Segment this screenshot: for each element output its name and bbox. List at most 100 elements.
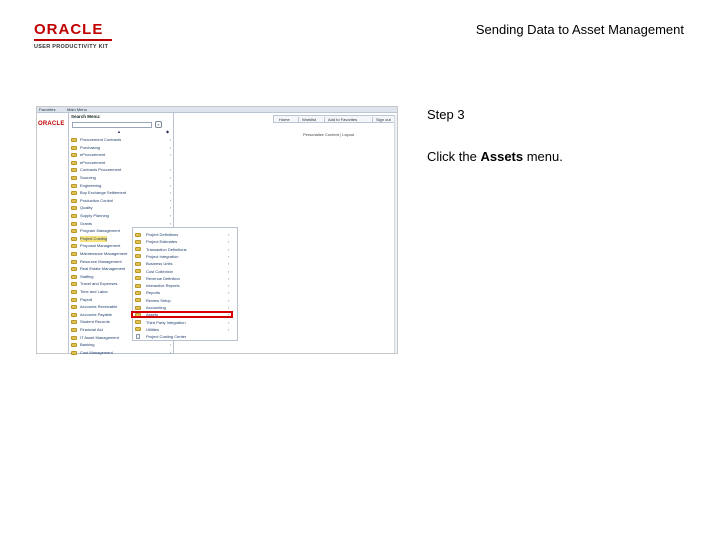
scroll-up-icon[interactable]: ▲ (117, 129, 121, 134)
menu-item-label: Contracts Procurement (80, 167, 122, 173)
chevron-right-icon: › (170, 152, 172, 158)
oracle-logo: ORACLE USER PRODUCTIVITY KIT (34, 22, 126, 50)
menu-item[interactable]: Grants › (71, 221, 171, 227)
folder-icon (135, 247, 141, 252)
folder-icon (135, 305, 141, 310)
submenu-item[interactable]: Project Costing Center (135, 333, 235, 341)
menu-item[interactable]: Engineering › (71, 183, 171, 189)
menu-item-label: Sourcing (80, 175, 96, 180)
menu-item-label: Cost Management (80, 349, 113, 355)
menu-item-label: eProcurement (80, 152, 106, 158)
menu-item-label: Financial Aid (80, 327, 103, 332)
folder-icon (71, 343, 77, 348)
menu-search-input[interactable] (72, 122, 152, 128)
personalize-link[interactable]: Personalize Content | Layout (303, 132, 354, 137)
chevron-right-icon: › (170, 175, 172, 180)
menu-item-label: Project Costing (80, 235, 108, 242)
menu-item-label: Travel and Expenses (80, 281, 118, 287)
instruction-prefix: Click the (427, 149, 481, 164)
menu-item[interactable]: Banking › (71, 342, 171, 348)
folder-icon (135, 232, 141, 237)
menu-item[interactable]: Sourcing › (71, 175, 171, 181)
search-menu-label: Search Menu: (71, 114, 101, 119)
menu-item[interactable]: eProcurement (71, 160, 171, 166)
menu-item-label: Maintenance Management (80, 251, 128, 256)
instruction-text: Click the Assets menu. (427, 149, 563, 164)
nav-sign-out-link[interactable]: Sign out (376, 116, 391, 123)
mini-oracle-logo: ORACLE (38, 121, 65, 127)
assets-highlight-box (131, 311, 233, 318)
folder-icon (71, 252, 77, 256)
folder-icon (71, 290, 77, 294)
folder-icon (71, 267, 77, 272)
folder-icon (71, 259, 77, 264)
step-label: Step 3 (427, 107, 465, 122)
nav-add-favorites-link[interactable]: Add to Favorites (328, 116, 357, 123)
menu-item-label: Quality (80, 205, 93, 211)
menu-item-label: Engineering (80, 182, 102, 188)
brand-name: ORACLE (34, 21, 104, 38)
header-nav: Home Worklist Add to Favorites Sign out (273, 115, 397, 123)
menu-item[interactable]: Quality › (71, 205, 171, 211)
menu-item-label: Accounts Payable (80, 311, 113, 317)
menu-item[interactable]: eProcurement › (71, 152, 171, 158)
menu-item-label: Grants (80, 220, 93, 226)
folder-icon (71, 312, 77, 317)
menu-item-label: Accounts Receivable (80, 304, 118, 310)
folder-icon (135, 290, 141, 295)
folder-icon (135, 261, 141, 266)
chevron-right-icon: › (170, 144, 172, 150)
folder-icon (71, 305, 77, 310)
menu-item[interactable]: Purchasing › (71, 145, 171, 151)
submenu-item-label: Project Costing Center (146, 334, 187, 340)
page-scrollbar[interactable] (394, 115, 397, 353)
menu-item[interactable]: Procurement Contracts › (71, 137, 171, 143)
menu-item-label: Banking (80, 342, 95, 348)
folder-icon (71, 176, 77, 180)
folder-icon (71, 282, 77, 287)
folder-icon (71, 244, 77, 249)
menu-item[interactable]: Supply Planning › (71, 213, 171, 219)
favorites-menu[interactable]: Favorites (39, 107, 55, 113)
menu-item[interactable]: Buy Exchange Settlement › (71, 190, 171, 196)
menu-item-label: Purchasing (80, 144, 101, 150)
nav-home-link[interactable]: Home (279, 116, 290, 123)
folder-icon (135, 254, 141, 259)
nav-divider (372, 117, 373, 122)
menu-item-label: Proposal Management (80, 243, 121, 249)
folder-icon (71, 214, 77, 218)
folder-icon (135, 269, 141, 273)
menu-item[interactable]: Cost Management › (71, 350, 171, 356)
instruction-target: Assets (480, 149, 524, 164)
menu-item-label: Student Records (80, 319, 110, 325)
chevron-right-icon: › (170, 137, 172, 142)
folder-icon (71, 138, 77, 142)
menu-item-label: Staffing (80, 273, 94, 279)
chevron-right-icon: › (170, 167, 172, 173)
folder-icon (135, 320, 141, 325)
menu-item[interactable]: Contracts Procurement › (71, 167, 171, 173)
menu-item-label: Supply Planning (80, 213, 109, 218)
menu-item-label: Real Estate Management (80, 266, 126, 272)
chevron-right-icon: › (170, 342, 172, 348)
folder-icon (71, 145, 77, 150)
chevron-right-icon: › (170, 197, 172, 203)
menu-item-label: Production Control (80, 197, 114, 203)
chevron-right-icon: › (170, 220, 172, 226)
folder-icon (71, 274, 77, 279)
menu-item-label: Buy Exchange Settlement (80, 190, 127, 196)
folder-icon (71, 236, 77, 241)
scroll-control-icon[interactable]: ◆ (166, 129, 169, 134)
menu-item-label: Time and Labor (80, 289, 108, 294)
logo-rule (34, 39, 112, 41)
folder-icon (135, 239, 141, 244)
search-go-icon[interactable]: » (155, 121, 162, 128)
chevron-right-icon: › (170, 205, 172, 211)
folder-icon (71, 350, 77, 355)
folder-icon (71, 320, 77, 325)
nav-worklist-link[interactable]: Worklist (302, 116, 316, 123)
menu-item-label: Program Management (80, 228, 120, 234)
document-title: Sending Data to Asset Management (475, 22, 684, 37)
menu-item-label: Procurement Contracts (80, 137, 122, 142)
menu-item[interactable]: Production Control › (71, 198, 171, 204)
